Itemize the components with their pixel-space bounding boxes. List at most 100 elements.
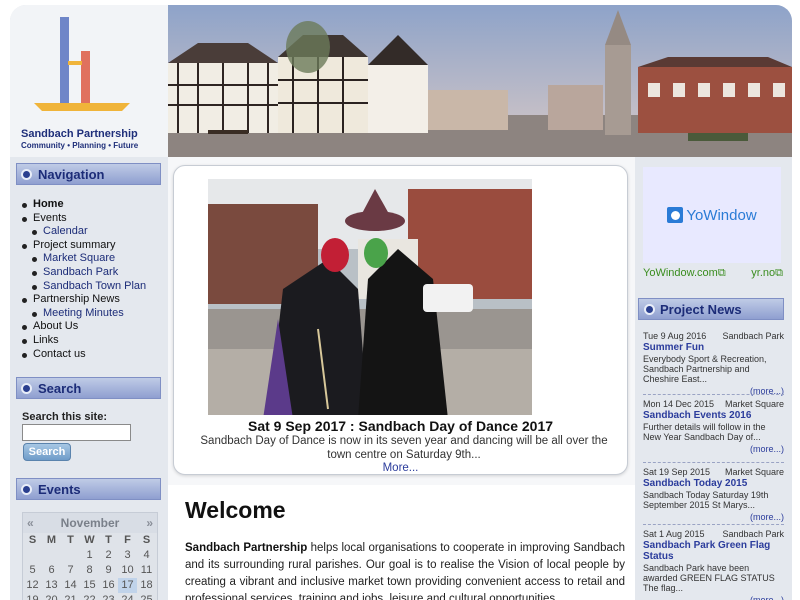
welcome-heading: Welcome [185,497,286,523]
nav-link[interactable]: Meeting Minutes [43,307,124,319]
calendar-day[interactable]: 12 [23,578,42,593]
events-title: Events [38,481,81,497]
bullet-icon [644,303,655,315]
nav-item[interactable]: Links [22,334,146,348]
project-news-title: Project News [660,301,742,317]
calendar-day[interactable]: 7 [61,563,80,578]
calendar-day[interactable]: 22 [80,593,99,600]
news-excerpt: Everybody Sport & Recreation, Sandbach P… [643,354,767,384]
calendar-day[interactable]: 14 [61,578,80,593]
calendar-next-button[interactable]: » [146,516,153,530]
nav-item[interactable]: Contact us [22,348,146,362]
calendar-day[interactable]: 9 [99,563,118,578]
calendar-day[interactable]: 8 [80,563,99,578]
calendar-day[interactable]: 11 [137,563,156,578]
nav-item[interactable]: Market Square [32,252,146,266]
calendar-day[interactable]: 20 [42,593,61,600]
navigation-menu: Home Events Calendar Project summary Market … [22,198,146,361]
calendar-day[interactable]: 13 [42,578,61,593]
news-date: Sat 1 Aug 2015 [643,529,705,539]
search-title: Search [38,380,82,396]
nav-link[interactable]: Market Square [43,252,115,264]
calendar-day[interactable]: 21 [61,593,80,600]
news-meta: Sat 19 Sep 2015 Market Square [643,467,784,477]
calendar-prev-button[interactable]: « [27,516,34,530]
calendar-day[interactable]: 16 [99,578,118,593]
bullet-icon [21,168,32,180]
events-calendar: « November » S M T W T F S 1 2 3 4 5 6 7 8 9 10 11 12 13 14 1… [22,512,158,600]
news-divider [643,524,784,525]
nav-item[interactable]: Project summary [22,239,146,253]
featured-event-title[interactable]: Sat 9 Sep 2017 : Sandbach Day of Dance 2… [174,418,627,434]
featured-event-summary: Sandbach Day of Dance is now in its seve… [200,435,608,461]
nav-item[interactable]: Home [22,198,146,212]
external-link-icon: ⧉ [717,267,726,279]
calendar-day[interactable]: 18 [137,578,156,593]
news-more-link[interactable]: (more...) [643,444,784,454]
calendar-day[interactable]: 25 [137,593,156,600]
news-date: Sat 19 Sep 2015 [643,467,711,477]
nav-link[interactable]: Events [33,212,67,224]
calendar-day[interactable]: 4 [137,548,156,563]
calendar-day[interactable]: 15 [80,578,99,593]
calendar-day[interactable]: 24 [118,593,137,600]
nav-item[interactable]: Events [22,212,146,226]
search-header: Search [16,377,161,399]
partnership-logo-icon [34,17,130,111]
nav-link[interactable]: Project summary [33,239,116,251]
nav-link[interactable]: Sandbach Park [43,266,118,278]
yrno-link[interactable]: yr.no⧉ [751,267,783,280]
nav-link[interactable]: Contact us [33,348,86,360]
search-input[interactable] [22,424,131,441]
yowindow-link[interactable]: YoWindow.com⧉ [643,267,726,280]
news-title-link[interactable]: Sandbach Today 2015 [643,478,784,489]
calendar-weekday: F [124,534,131,546]
featured-event-more-link[interactable]: More... [174,462,627,474]
news-more-link[interactable]: (more...) [643,512,784,522]
nav-link[interactable]: Home [33,198,64,210]
news-item: Mon 14 Dec 2015 Market Square Sandbach Eve… [643,399,784,454]
nav-link[interactable]: About Us [33,320,78,332]
site-logo[interactable]: Sandbach Partnership Community • Plannin… [10,5,168,157]
external-link-icon: ⧉ [775,267,783,279]
featured-event-card[interactable]: Sat 9 Sep 2017 : Sandbach Day of Dance 2… [173,165,628,475]
news-title-link[interactable]: Summer Fun [643,342,784,353]
calendar-day[interactable]: 23 [99,593,118,600]
calendar-day[interactable]: 1 [80,548,99,563]
news-title-link[interactable]: Sandbach Park Green Flag Status [643,540,784,562]
news-meta: Tue 9 Aug 2016 Sandbach Park [643,331,784,341]
news-item: Sat 1 Aug 2015 Sandbach Park Sandbach Park… [643,529,784,600]
yowindow-widget[interactable]: YoWindow [643,167,781,263]
calendar-day[interactable]: 17 [118,578,137,593]
nav-link[interactable]: Sandbach Town Plan [43,280,146,292]
calendar-day[interactable]: 19 [23,593,42,600]
nav-item[interactable]: Partnership News [22,293,146,307]
calendar-day[interactable]: 2 [99,548,118,563]
nav-item[interactable]: About Us [22,320,146,334]
nav-item[interactable]: Sandbach Town Plan [32,280,146,294]
featured-event-photo[interactable] [208,179,532,415]
news-more-link[interactable]: (more...) [643,595,784,600]
calendar-weekday: T [105,534,112,546]
calendar-day[interactable]: 6 [42,563,61,578]
nav-item[interactable]: Calendar [32,225,146,239]
calendar-day[interactable]: 10 [118,563,137,578]
nav-link[interactable]: Links [33,334,59,346]
news-category: Sandbach Park [722,529,784,539]
search-button[interactable]: Search [23,443,71,461]
calendar-day [61,548,80,563]
project-news-header: Project News [638,298,784,320]
calendar-weekday: M [46,534,57,546]
nav-link[interactable]: Calendar [43,225,88,237]
calendar-day[interactable]: 3 [118,548,137,563]
nav-item[interactable]: Sandbach Park [32,266,146,280]
yowindow-links: YoWindow.com⧉ yr.no⧉ [643,267,783,280]
page-frame: Sandbach Partnership Community • Plannin… [10,5,792,600]
calendar-weekday: W [84,534,95,546]
news-meta: Mon 14 Dec 2015 Market Square [643,399,784,409]
news-title-link[interactable]: Sandbach Events 2016 [643,410,784,421]
calendar-day[interactable]: 5 [23,563,42,578]
news-category: Market Square [724,399,784,409]
nav-link[interactable]: Partnership News [33,293,120,305]
nav-item[interactable]: Meeting Minutes [32,307,146,321]
